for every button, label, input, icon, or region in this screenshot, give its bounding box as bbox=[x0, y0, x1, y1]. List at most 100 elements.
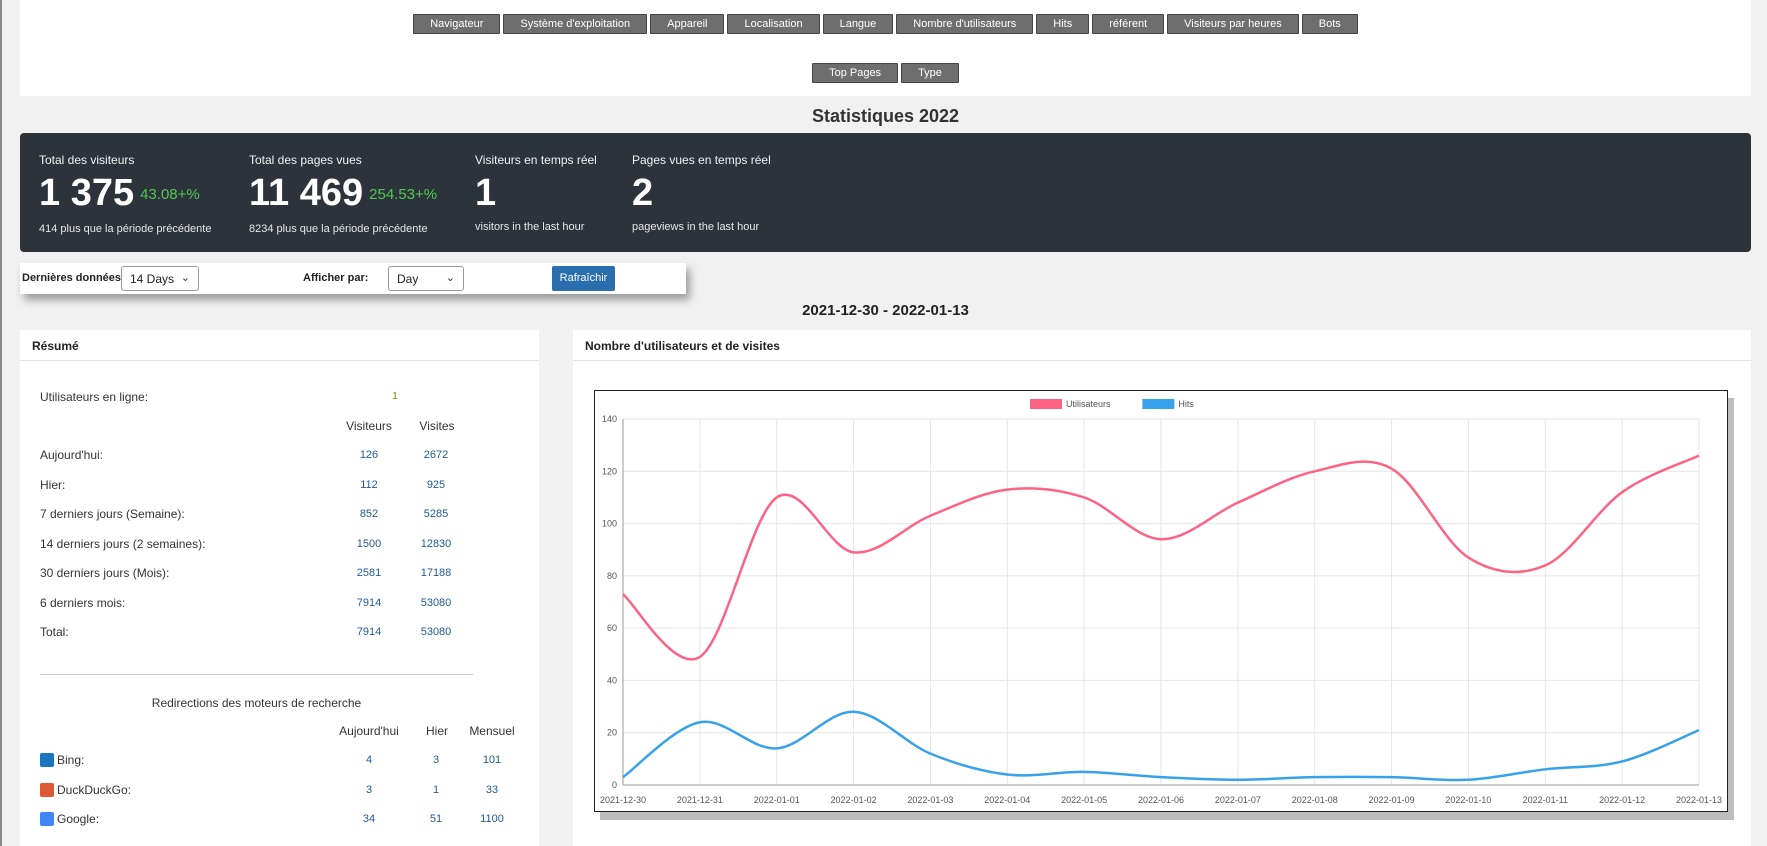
stat-label: Total des visiteurs bbox=[39, 153, 135, 167]
summary-row-visitors[interactable]: 7914 bbox=[339, 626, 399, 638]
summary-row-label: Total: bbox=[40, 625, 69, 639]
x-tick-label: 2022-01-04 bbox=[984, 795, 1030, 805]
x-tick-label: 2022-01-12 bbox=[1599, 795, 1645, 805]
google-icon bbox=[40, 812, 54, 826]
last-data-select[interactable]: 14 Days ⌄ bbox=[121, 266, 199, 291]
summary-row-visitors[interactable]: 126 bbox=[339, 449, 399, 461]
stat-change: 254.53+% bbox=[369, 185, 438, 203]
online-users-value: 1 bbox=[392, 391, 398, 402]
page-title: Statistiques 2022 bbox=[811, 106, 960, 126]
refresh-button[interactable]: Rafraîchir bbox=[552, 266, 615, 291]
x-tick-label: 2022-01-10 bbox=[1445, 795, 1491, 805]
search-engine-today[interactable]: 3 bbox=[339, 784, 399, 796]
tab-language[interactable]: Langue bbox=[822, 14, 894, 34]
summary-row-visits[interactable]: 12830 bbox=[406, 538, 466, 550]
tab-hits[interactable]: Hits bbox=[1036, 14, 1090, 34]
y-tick-label: 60 bbox=[607, 623, 617, 633]
y-tick-label: 100 bbox=[602, 519, 617, 529]
duckduckgo-icon bbox=[40, 782, 54, 797]
nav-tabs-row-1: Navigateur Système d'exploitation Appare… bbox=[20, 14, 1751, 34]
tab-device[interactable]: Appareil bbox=[650, 14, 725, 34]
search-engine-monthly[interactable]: 101 bbox=[462, 754, 522, 766]
x-tick-label: 2022-01-02 bbox=[831, 795, 877, 805]
stat-sub: 414 plus que la période précédente bbox=[39, 222, 212, 235]
legend-label: Hits bbox=[1178, 399, 1194, 409]
x-tick-label: 2022-01-09 bbox=[1369, 795, 1415, 805]
search-engines-title: Redirections des moteurs de recherche bbox=[151, 696, 362, 710]
summary-row-visitors[interactable]: 112 bbox=[339, 479, 399, 491]
chevron-down-icon: ⌄ bbox=[445, 272, 455, 284]
stat-value: 2 bbox=[632, 172, 654, 214]
left-edge bbox=[0, 0, 2, 846]
search-engine-name: Google: bbox=[57, 812, 100, 826]
tab-top-pages[interactable]: Top Pages bbox=[812, 63, 899, 83]
chart-box: 0 20 40 60 80 100 120 140 2021-12-30 2021-12-31 20… bbox=[594, 390, 1728, 812]
search-engine-row: DuckDuckGo: bbox=[40, 782, 131, 797]
summary-divider bbox=[40, 674, 473, 675]
search-engine-yesterday[interactable]: 1 bbox=[406, 784, 466, 796]
date-range: 2021-12-30 - 2022-01-13 bbox=[802, 302, 969, 319]
stats-bar: Total des visiteurs 1 375 43.08+% 414 plu… bbox=[20, 133, 1751, 252]
tab-referrer[interactable]: référent bbox=[1092, 14, 1165, 34]
nav-tabs-panel: Navigateur Système d'exploitation Appare… bbox=[20, 0, 1751, 96]
summary-row-label: Hier: bbox=[40, 477, 66, 492]
summary-row-visitors[interactable]: 852 bbox=[339, 508, 399, 520]
last-data-label: Dernières données: bbox=[22, 272, 125, 284]
stat-value: 1 bbox=[475, 172, 497, 214]
tab-user-count[interactable]: Nombre d'utilisateurs bbox=[896, 14, 1034, 34]
x-tick-label: 2022-01-05 bbox=[1061, 795, 1107, 805]
tab-os[interactable]: Système d'exploitation bbox=[503, 14, 648, 34]
summary-row-visits[interactable]: 2672 bbox=[406, 449, 466, 461]
summary-row-visits[interactable]: 5285 bbox=[406, 508, 466, 520]
summary-row-visits[interactable]: 53080 bbox=[406, 597, 466, 609]
search-engine-yesterday[interactable]: 3 bbox=[406, 754, 466, 766]
col-visitors-header: Visiteurs bbox=[346, 419, 392, 433]
stat-total-pageviews: Total des pages vues 11 469 254.53+% 8234… bbox=[249, 153, 437, 235]
stat-realtime-visitors: Visiteurs en temps réel 1 visitors in th… bbox=[475, 153, 597, 233]
display-by-label: Afficher par: bbox=[303, 272, 369, 284]
summary-row-visits[interactable]: 17188 bbox=[406, 567, 466, 579]
search-engine-name: Bing: bbox=[57, 753, 85, 767]
y-tick-label: 120 bbox=[602, 466, 617, 476]
x-tick-label: 2022-01-03 bbox=[907, 795, 953, 805]
search-engine-today[interactable]: 4 bbox=[339, 754, 399, 766]
tab-visitors-by-hour[interactable]: Visiteurs par heures bbox=[1167, 14, 1299, 34]
summary-title: Résumé bbox=[20, 330, 539, 361]
summary-row-visits[interactable]: 925 bbox=[406, 479, 466, 491]
display-by-select[interactable]: Day ⌄ bbox=[388, 266, 464, 291]
nav-tabs-row-2: Top Pages Type bbox=[20, 63, 1751, 83]
y-tick-label: 140 bbox=[602, 414, 617, 424]
filter-bar: Dernières données: 14 Days ⌄ Afficher pa… bbox=[20, 263, 686, 294]
tab-location[interactable]: Localisation bbox=[727, 14, 820, 34]
chart-panel: Nombre d'utilisateurs et de visites 0 20 4… bbox=[573, 330, 1751, 846]
summary-row-label: 30 derniers jours (Mois): bbox=[40, 566, 170, 580]
col-monthly-header: Mensuel bbox=[469, 724, 515, 738]
stat-value: 11 469 bbox=[249, 172, 364, 214]
y-tick-label: 80 bbox=[607, 571, 617, 581]
search-engine-monthly[interactable]: 1100 bbox=[462, 813, 522, 825]
search-engine-yesterday[interactable]: 51 bbox=[406, 813, 466, 825]
search-engine-monthly[interactable]: 33 bbox=[462, 784, 522, 796]
summary-row-visitors[interactable]: 1500 bbox=[339, 538, 399, 550]
stat-sub: 8234 plus que la période précédente bbox=[249, 222, 428, 235]
summary-row-label: 6 derniers mois: bbox=[40, 595, 126, 610]
col-today-header: Aujourd'hui bbox=[339, 724, 399, 738]
users-visits-chart: 0 20 40 60 80 100 120 140 2021-12-30 2021-12-31 20… bbox=[600, 399, 1722, 805]
stat-change: 43.08+% bbox=[140, 185, 200, 203]
tab-type[interactable]: Type bbox=[901, 63, 959, 83]
summary-row-visitors[interactable]: 2581 bbox=[339, 567, 399, 579]
x-tick-label: 2022-01-01 bbox=[754, 795, 800, 805]
x-tick-label: 2022-01-07 bbox=[1215, 795, 1261, 805]
summary-row-visits[interactable]: 53080 bbox=[406, 626, 466, 638]
stat-value: 1 375 bbox=[39, 172, 135, 214]
summary-panel: Résumé Utilisateurs en ligne: 1 Visiteur… bbox=[20, 330, 539, 846]
online-users-label: Utilisateurs en ligne: bbox=[40, 390, 149, 404]
search-engine-today[interactable]: 34 bbox=[339, 813, 399, 825]
legend-swatch bbox=[1142, 399, 1175, 409]
tab-browser[interactable]: Navigateur bbox=[413, 14, 501, 34]
stat-sub: visitors in the last hour bbox=[475, 221, 585, 233]
chart-panel-title: Nombre d'utilisateurs et de visites bbox=[573, 330, 1751, 361]
x-tick-label: 2021-12-30 bbox=[600, 795, 646, 805]
summary-row-visitors[interactable]: 7914 bbox=[339, 597, 399, 609]
tab-bots[interactable]: Bots bbox=[1301, 14, 1358, 34]
